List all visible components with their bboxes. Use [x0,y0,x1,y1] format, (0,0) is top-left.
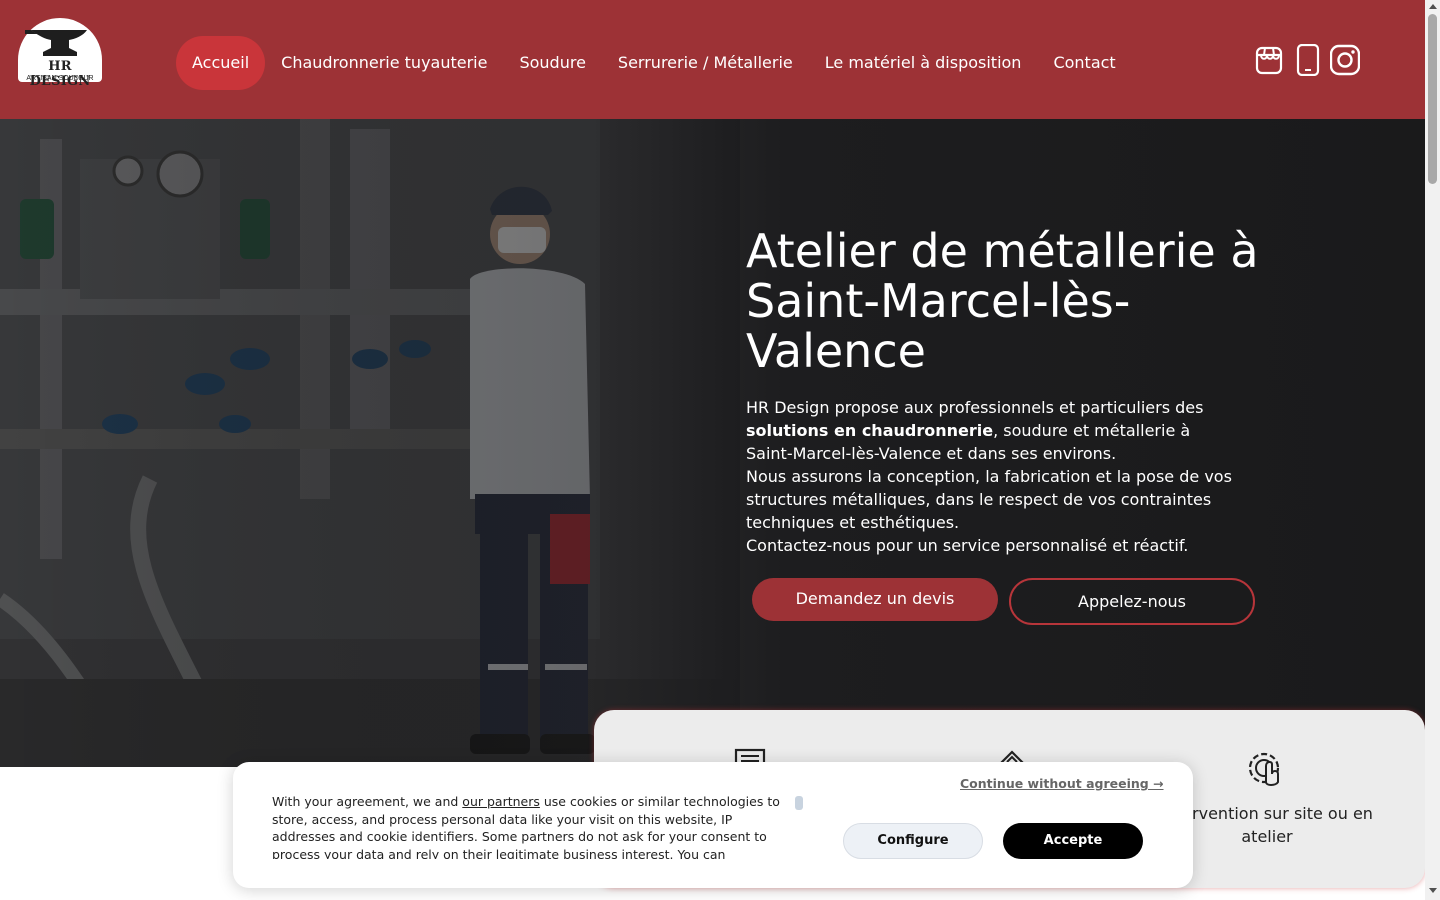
configure-button[interactable]: Configure [843,823,983,859]
hero-description: HR Design propose aux professionnels et … [746,396,1236,557]
logo-tagline: ARTISAN SOUDEUR [26,75,94,82]
nav-item-accueil[interactable]: Accueil [176,36,266,90]
cookie-text-scrollbar[interactable] [795,796,803,810]
nav-item-soudure[interactable]: Soudure [503,36,601,90]
main-nav: Accueil Chaudronnerie tuyauterie Soudure… [176,36,1132,90]
scroll-down-arrow-icon[interactable] [1429,888,1437,893]
logo-title: HR DESIGN [29,59,91,89]
shop-icon[interactable] [1254,44,1284,76]
quote-button[interactable]: Demandez un devis [752,578,998,621]
hero-title: Atelier de métallerie à Saint-Marcel-lès… [746,224,1259,378]
nav-item-materiel[interactable]: Le matériel à disposition [809,36,1038,90]
instagram-icon[interactable] [1330,44,1360,76]
accept-button[interactable]: Accepte [1003,823,1143,859]
workshop-photo [0,119,740,767]
partners-link[interactable]: our partners [462,794,540,809]
call-button[interactable]: Appelez-nous [1009,578,1255,625]
nav-item-serrurerie[interactable]: Serrurerie / Métallerie [602,36,809,90]
phone-icon[interactable] [1293,44,1323,76]
hero-intro-bold: solutions en chaudronnerie [746,421,994,440]
scroll-up-arrow-icon[interactable] [1429,4,1437,9]
hero-section: Atelier de métallerie à Saint-Marcel-lès… [0,119,1425,767]
onsite-service-icon [1248,752,1280,786]
hero-intro-start: HR Design propose aux professionnels et … [746,398,1204,417]
hero-line-3: Contactez-nous pour un service personnal… [746,536,1189,555]
page-scrollbar[interactable] [1425,0,1440,900]
continue-without-agreeing-link[interactable]: Continue without agreeing → [960,776,1164,791]
hero-line-2: Nous assurons la conception, la fabricat… [746,467,1232,532]
nav-item-chaudronnerie[interactable]: Chaudronnerie tuyauterie [265,36,503,90]
nav-item-contact[interactable]: Contact [1037,36,1131,90]
scrollbar-thumb[interactable] [1428,14,1437,184]
cookie-text-start: With your agreement, we and [272,794,463,809]
cookie-message: With your agreement, we and our partners… [272,793,792,859]
anvil-icon [25,30,87,56]
logo[interactable]: HR DESIGN ARTISAN SOUDEUR [17,18,103,89]
site-header: HR DESIGN ARTISAN SOUDEUR Accueil Chaudr… [0,0,1425,119]
cookie-banner: With your agreement, we and our partners… [233,762,1193,888]
